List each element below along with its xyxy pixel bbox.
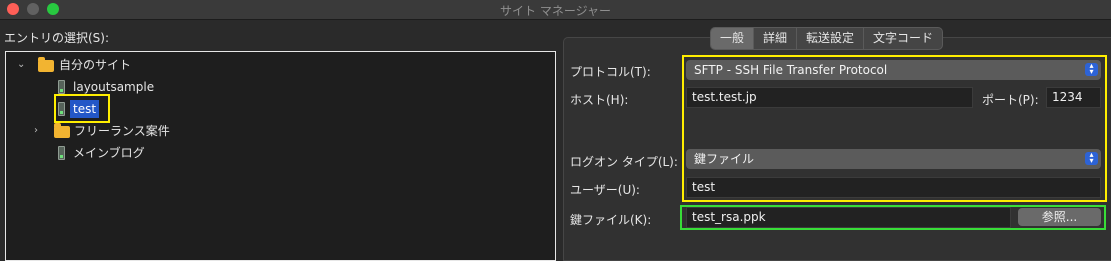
tab-charset[interactable]: 文字コード [864,28,942,49]
tab-bar: 一般 詳細 転送設定 文字コード [710,27,944,50]
user-label: ユーザー(U): [570,183,640,197]
title-bar: サイト マネージャー [0,0,1111,20]
logon-type-select[interactable]: 鍵ファイル ▴ ▾ [686,149,1101,169]
select-arrows-icon: ▴ ▾ [1085,151,1098,165]
tree-item-label: 自分のサイト [59,58,132,72]
browse-button[interactable]: 参照... [1018,208,1101,226]
keyfile-input[interactable]: test_rsa.ppk [686,207,1011,228]
keyfile-label: 鍵ファイル(K): [570,213,652,227]
chevron-right-icon[interactable]: › [34,122,38,140]
tree-item-freelance[interactable]: › フリーランス案件 [6,122,546,140]
port-input[interactable]: 1234 [1046,87,1101,108]
logon-type-label: ログオン タイプ(L): [570,155,678,169]
folder-icon [54,123,70,138]
tree-item-label: フリーランス案件 [74,124,170,138]
host-value: test.test.jp [692,90,757,104]
tab-general[interactable]: 一般 [711,28,755,49]
window-title: サイト マネージャー [500,4,611,18]
host-label: ホスト(H): [570,93,629,107]
site-icon [58,146,65,160]
tree-item-label: メインブログ [73,146,145,160]
port-label: ポート(P): [982,93,1039,107]
tree-item-my-sites[interactable]: ⌄ 自分のサイト [6,56,546,74]
user-input[interactable]: test [686,177,1101,198]
tree-item-main-blog[interactable]: メインブログ [6,144,546,162]
chevron-down-icon[interactable]: ⌄ [17,56,25,74]
protocol-select[interactable]: SFTP - SSH File Transfer Protocol ▴ ▾ [686,60,1101,80]
tab-transfer-settings[interactable]: 転送設定 [797,28,865,49]
protocol-label: プロトコル(T): [570,65,651,79]
tree-item-label: test [70,100,100,118]
keyfile-value: test_rsa.ppk [692,210,766,224]
port-value: 1234 [1052,90,1083,104]
tab-advanced[interactable]: 詳細 [754,28,798,49]
tree-item-site-selected[interactable]: test [6,100,546,118]
user-value: test [692,180,716,194]
protocol-value: SFTP - SSH File Transfer Protocol [694,63,888,77]
site-tree[interactable]: ⌄ 自分のサイト layoutsample test › フリーランス案件 メイ… [5,51,556,261]
folder-icon [38,57,54,72]
select-arrows-icon: ▴ ▾ [1085,62,1098,76]
entry-select-label: エントリの選択(S): [4,31,110,45]
site-icon [58,80,65,94]
logon-type-value: 鍵ファイル [694,152,755,166]
host-input[interactable]: test.test.jp [686,87,973,108]
site-icon [58,102,65,116]
